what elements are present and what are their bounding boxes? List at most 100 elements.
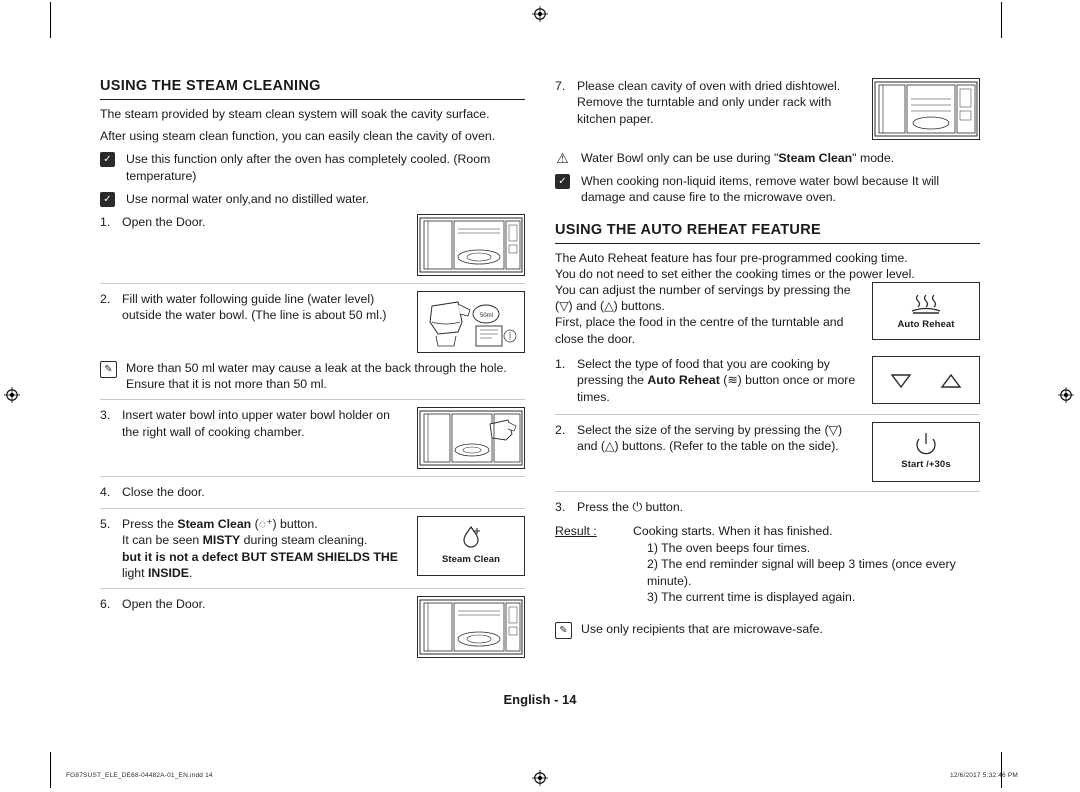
start-icon bbox=[916, 433, 936, 455]
step-5-line-2: It can be seen MISTY during steam cleani… bbox=[122, 533, 368, 548]
step-1-text: Open the Door. bbox=[122, 215, 206, 230]
note-icon: ✓ bbox=[100, 191, 115, 207]
illustration-oven-open-door-2 bbox=[417, 596, 525, 659]
auto-reheat-intro-block: You can adjust the number of servings by… bbox=[555, 282, 855, 347]
divider-after-step-2 bbox=[100, 399, 525, 401]
illustration-oven-clean-cavity bbox=[872, 78, 980, 140]
divider-after-auto-step-2 bbox=[555, 491, 980, 493]
steam-note-cooled-text: Use this function only after the oven ha… bbox=[126, 152, 491, 183]
result-item-3: 3) The current time is displayed again. bbox=[647, 590, 856, 605]
steam-clean-glyph: ◌⁺ bbox=[258, 516, 273, 531]
illustration-start-button: Start /+30s bbox=[872, 422, 980, 483]
manual-page: USING THE STEAM CLEANING The steam provi… bbox=[0, 0, 1080, 792]
illustration-oven-insert-bowl bbox=[417, 407, 525, 470]
steam-clean-panel-label: Steam Clean bbox=[441, 554, 501, 566]
result-item-2: 2) The end reminder signal will beep 3 t… bbox=[647, 557, 956, 588]
auto-reheat-intro-4: First, place the food in the centre of t… bbox=[555, 315, 844, 346]
step-7-text: Please clean cavity of oven with dried d… bbox=[577, 78, 864, 127]
step-5-line-1: Press the Steam Clean (◌⁺) button. bbox=[122, 516, 318, 531]
right-column: 7. Please clean cavity of oven with drie… bbox=[555, 78, 980, 640]
steam-note-water-text: Use normal water only,and no distilled w… bbox=[126, 191, 370, 206]
step-1-number: 1. bbox=[100, 215, 111, 230]
steam-intro-paragraph-2: After using steam clean function, you ca… bbox=[100, 129, 496, 144]
auto-reheat-step-1-text: Select the type of food that you are coo… bbox=[577, 356, 856, 404]
auto-reheat-step-3: 3. Press the ⏻ button. bbox=[555, 499, 980, 515]
step-3-text: Insert water bowl into upper water bowl … bbox=[122, 408, 390, 439]
water-bowl-warning-text: Water Bowl only can be use during "Steam… bbox=[581, 151, 895, 165]
auto-reheat-heading: USING THE AUTO REHEAT FEATURE bbox=[555, 222, 980, 244]
illustration-serving-buttons bbox=[872, 355, 980, 404]
step-5-number: 5. bbox=[100, 516, 111, 531]
down-arrow-glyph-2: ▽ bbox=[828, 423, 839, 438]
result-item-1: 1) The oven beeps four times. bbox=[647, 540, 811, 555]
auto-reheat-step-2: 2. Select the size of the serving by pre… bbox=[555, 422, 980, 483]
result-label: Result : bbox=[555, 524, 597, 539]
step-7-line-1: Please clean cavity of oven with dried d… bbox=[577, 79, 841, 93]
step-2: 2. Fill with water following guide line … bbox=[100, 291, 525, 354]
step-4-text: Close the door. bbox=[122, 485, 205, 500]
steam-clean-icon bbox=[463, 526, 480, 548]
svg-text:50ml: 50ml bbox=[480, 313, 493, 319]
illustration-water-bowl-fill: 50ml bbox=[417, 291, 525, 354]
start-inline-icon: ⏻ bbox=[632, 500, 643, 515]
step-5-line-3: but it is not a defect BUT STEAM SHIELDS… bbox=[122, 549, 399, 564]
step-2-text: Fill with water following guide line (wa… bbox=[122, 292, 387, 323]
illustration-oven-open-door-1 bbox=[417, 214, 525, 277]
step-1: 1. Open the Door. bbox=[100, 214, 525, 277]
step-7: 7. Please clean cavity of oven with drie… bbox=[555, 78, 980, 140]
result-block: Result : Cooking starts. When it has fin… bbox=[555, 523, 980, 605]
divider-after-step-4 bbox=[100, 507, 525, 509]
divider-after-step-5 bbox=[100, 588, 525, 590]
steam-cleaning-heading: USING THE STEAM CLEANING bbox=[100, 78, 525, 100]
auto-reheat-step-2-number: 2. bbox=[555, 423, 566, 438]
left-column: USING THE STEAM CLEANING The steam provi… bbox=[100, 78, 525, 659]
auto-reheat-step-2-text: Select the size of the serving by pressi… bbox=[577, 423, 843, 454]
auto-reheat-step-1-number: 1. bbox=[555, 356, 566, 371]
step-7-line-2: Remove the turntable and only under rack… bbox=[577, 95, 832, 126]
step-5: 5. Press the Steam Clean (◌⁺) button. It… bbox=[100, 515, 525, 582]
water-bowl-warning-note: ⚠ Water Bowl only can be use during "Ste… bbox=[555, 150, 980, 166]
start-panel-label: Start /+30s bbox=[901, 459, 951, 471]
auto-reheat-panel-label: Auto Reheat bbox=[897, 319, 955, 331]
steam-note-cooled: ✓ Use this function only after the oven … bbox=[100, 151, 525, 183]
down-arrow-glyph: (▽) bbox=[555, 299, 573, 314]
step-2-warning-note: ✎ More than 50 ml water may cause a leak… bbox=[100, 360, 525, 392]
pencil-note-icon: ✎ bbox=[555, 622, 572, 640]
illustration-steam-clean-button: Steam Clean bbox=[417, 515, 525, 576]
up-arrow-glyph: (△) bbox=[600, 299, 618, 314]
step-7-number: 7. bbox=[555, 79, 566, 93]
step-5-line-4: light INSIDE. bbox=[122, 566, 193, 581]
auto-reheat-step-1: 1. Select the type of food that you are … bbox=[555, 355, 980, 405]
illustration-auto-reheat-button: Auto Reheat bbox=[872, 282, 980, 341]
auto-reheat-step-3-number: 3. bbox=[555, 500, 566, 515]
pencil-note-icon: ✎ bbox=[100, 361, 117, 379]
result-intro: Cooking starts. When it has finished. bbox=[633, 524, 833, 539]
microwave-safe-note: ✎ Use only recipients that are microwave… bbox=[555, 621, 980, 640]
auto-reheat-inline-icon: ≋ bbox=[727, 373, 738, 388]
step-4: 4. Close the door. bbox=[100, 484, 525, 500]
step-2-warning-text: More than 50 ml water may cause a leak a… bbox=[126, 361, 507, 392]
step-6: 6. Open the Door. bbox=[100, 596, 525, 659]
step-5-text: Press the Steam Clean (◌⁺) button. It ca… bbox=[122, 516, 409, 582]
step-6-text: Open the Door. bbox=[122, 597, 206, 612]
auto-reheat-intro-2: You do not need to set either the cookin… bbox=[555, 266, 915, 281]
steam-note-water: ✓ Use normal water only,and no distilled… bbox=[100, 191, 525, 207]
non-liquid-items-text: When cooking non-liquid items, remove wa… bbox=[581, 174, 940, 205]
steam-clean-bold: Steam Clean bbox=[177, 516, 252, 531]
auto-reheat-intro-1: The Auto Reheat feature has four pre-pro… bbox=[555, 250, 908, 265]
footer-file-name: FG87SUST_ELE_DE68-04482A-01_EN.indd 14 bbox=[66, 772, 213, 779]
note-icon: ✓ bbox=[555, 174, 570, 190]
divider-after-auto-step-1 bbox=[555, 414, 980, 416]
page-number: English - 14 bbox=[503, 692, 577, 707]
step-6-number: 6. bbox=[100, 597, 111, 612]
auto-reheat-icon bbox=[911, 294, 941, 314]
microwave-safe-text: Use only recipients that are microwave-s… bbox=[581, 622, 823, 637]
divider-after-step-1 bbox=[100, 283, 525, 285]
footer-timestamp: 12/6/2017 5:32:46 PM bbox=[950, 772, 1018, 779]
warning-triangle-icon: ⚠ bbox=[556, 150, 569, 166]
step-3: 3. Insert water bowl into upper water bo… bbox=[100, 407, 525, 470]
step-3-number: 3. bbox=[100, 408, 111, 423]
note-icon: ✓ bbox=[100, 152, 115, 168]
up-arrow-glyph-2: △ bbox=[605, 439, 615, 454]
steam-intro-paragraph-1: The steam provided by steam clean system… bbox=[100, 107, 490, 121]
